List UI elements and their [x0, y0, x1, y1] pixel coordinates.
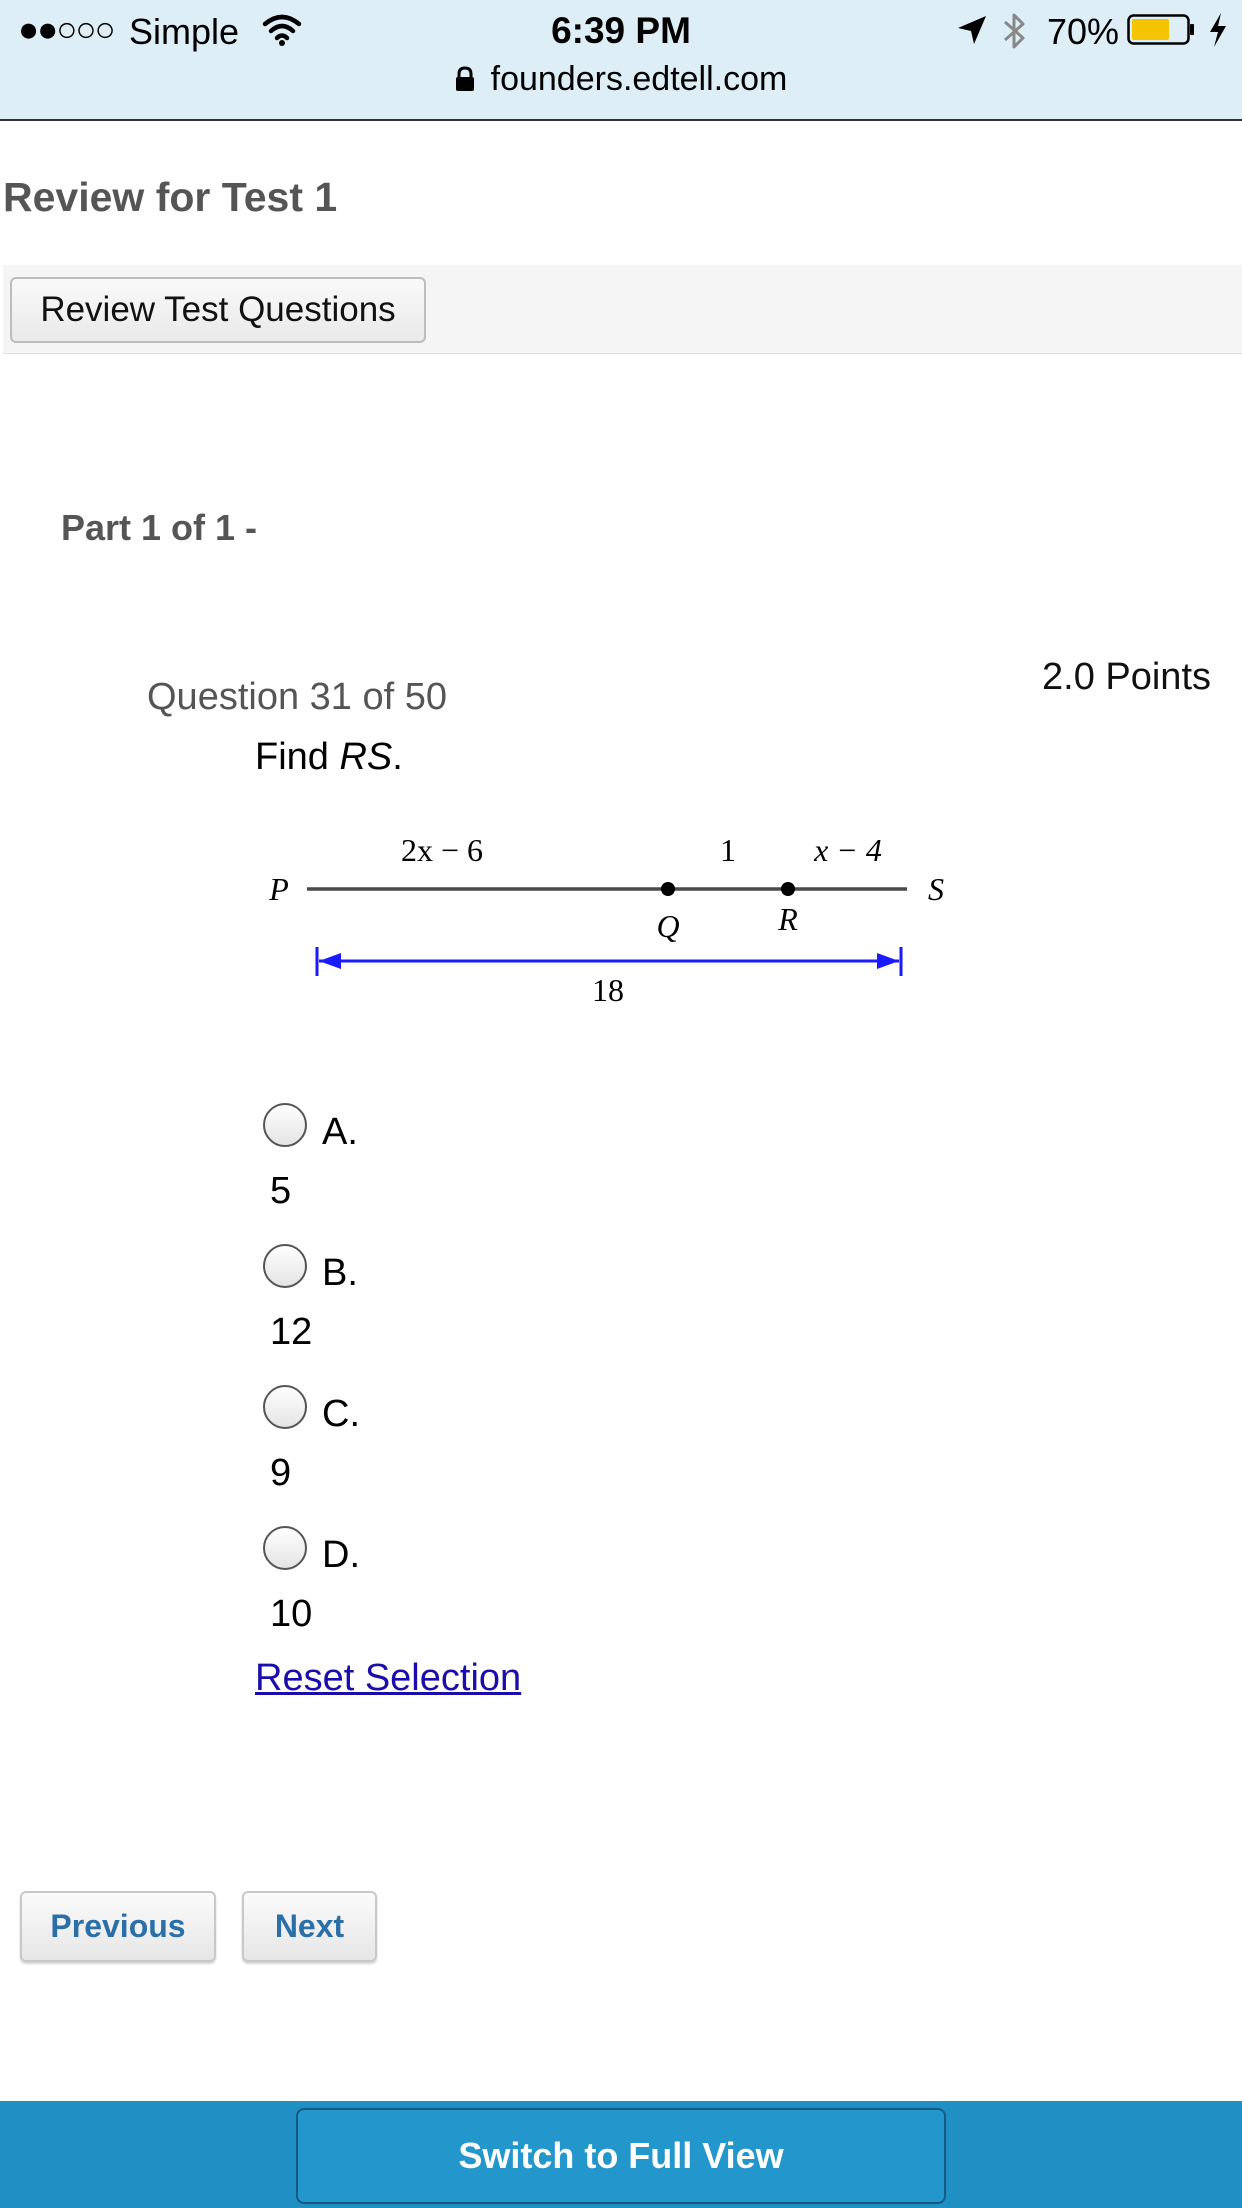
question-points: 2.0 Points	[1042, 656, 1211, 698]
prompt-suffix: .	[392, 736, 403, 778]
radio-choice-d[interactable]	[263, 1526, 307, 1570]
toolbar: Review Test Questions	[3, 265, 1242, 354]
line-segment-diagram: 2x − 6 1 x − 4 P S Q R 18	[268, 832, 944, 1008]
question-number: Question 31 of 50	[147, 676, 447, 718]
choice-b-value: 12	[270, 1311, 313, 1353]
lock-icon	[455, 66, 474, 91]
next-button[interactable]: Next	[242, 1891, 377, 1962]
diagram-label-rs: x − 4	[813, 832, 882, 868]
diagram-label-total: 18	[592, 972, 624, 1008]
address-bar[interactable]: founders.edtell.com	[0, 60, 1242, 99]
choice-c-value: 9	[270, 1452, 292, 1494]
choice-letter: B.	[322, 1252, 358, 1294]
review-test-questions-button[interactable]: Review Test Questions	[10, 277, 426, 343]
choice-letter: C.	[322, 1393, 360, 1435]
status-bar: ●●○○○ Simple 6:39 PM 70% founders.edtell…	[0, 0, 1242, 121]
radio-choice-a[interactable]	[263, 1103, 307, 1147]
prompt-prefix: Find	[255, 736, 340, 778]
diagram-point-q: Q	[656, 908, 679, 944]
choice-letter: D.	[322, 1534, 360, 1576]
choice-a-value: 5	[270, 1170, 292, 1212]
point-q-dot	[661, 882, 675, 896]
part-label: Part 1 of 1 -	[61, 507, 258, 548]
bluetooth-icon	[1004, 13, 1025, 49]
point-r-dot	[781, 882, 795, 896]
footer-bar: Switch to Full View	[0, 2101, 1242, 2208]
battery-icon	[1127, 14, 1194, 45]
charging-bolt-icon	[1210, 13, 1226, 47]
page-title: Review for Test 1	[3, 174, 338, 220]
diagram-label-pq: 2x − 6	[401, 832, 483, 868]
diagram-label-qr: 1	[720, 832, 736, 868]
reset-selection-link[interactable]: Reset Selection	[255, 1657, 521, 1700]
switch-to-full-view-button[interactable]: Switch to Full View	[296, 2108, 946, 2204]
diagram-point-p: P	[268, 871, 289, 907]
measure-right-arrowhead	[877, 953, 899, 969]
choice-d-value: 10	[270, 1593, 313, 1635]
question-prompt: Find RS.	[255, 736, 403, 779]
diagram-point-r: R	[777, 901, 798, 937]
prompt-variable: RS	[339, 736, 393, 778]
radio-choice-b[interactable]	[263, 1244, 307, 1288]
location-arrow-icon	[958, 16, 986, 44]
diagram-point-s: S	[928, 871, 944, 907]
previous-button[interactable]: Previous	[20, 1891, 216, 1962]
measure-left-arrowhead	[319, 953, 341, 969]
url-text: founders.edtell.com	[490, 60, 788, 98]
radio-choice-c[interactable]	[263, 1385, 307, 1429]
choice-letter: A.	[322, 1111, 358, 1153]
battery-percent: 70%	[1047, 11, 1120, 52]
